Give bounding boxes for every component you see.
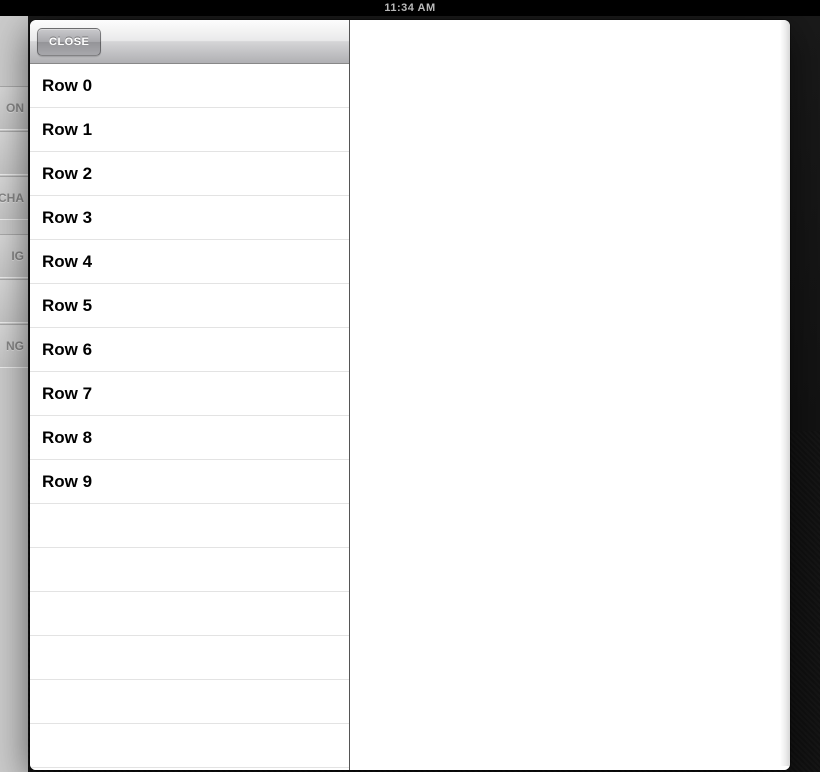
status-bar: 11:34 AM <box>0 0 820 16</box>
table-row[interactable]: Row 3 <box>30 196 349 240</box>
background-row: ON <box>0 86 28 130</box>
table-row-empty <box>30 636 349 680</box>
master-pane: CLOSE Row 0Row 1Row 2Row 3Row 4Row 5Row … <box>30 20 350 770</box>
background-row: IG <box>0 234 28 278</box>
table-view[interactable]: Row 0 Row 1 Row 2 Row 3 Row 4 Row 5 Row 6 Row 7… <box>30 64 349 770</box>
row-label: Row 2 <box>42 164 92 184</box>
row-label: Row 9 <box>42 472 92 492</box>
table-row[interactable]: Row 5 <box>30 284 349 328</box>
table-row[interactable]: Row 9 <box>30 460 349 504</box>
status-time: 11:34 AM <box>384 2 435 14</box>
table-row[interactable]: Row 6 <box>30 328 349 372</box>
table-row[interactable]: Row 1 <box>30 108 349 152</box>
row-label: Row 8 <box>42 428 92 448</box>
background-row: NG <box>0 324 28 368</box>
modal-sheet: CLOSE Row 0Row 1Row 2Row 3Row 4Row 5Row … <box>30 20 790 770</box>
table-row[interactable]: Row 8 <box>30 416 349 460</box>
background-row <box>0 279 28 323</box>
close-button[interactable]: CLOSE <box>37 28 101 56</box>
table-row-empty <box>30 592 349 636</box>
background-row: CHA <box>0 176 28 220</box>
row-label: Row 6 <box>42 340 92 360</box>
table-row-empty <box>30 504 349 548</box>
row-label: Row 7 <box>42 384 92 404</box>
row-label: Row 4 <box>42 252 92 272</box>
background-left-panel: ON CHA IG NG <box>0 16 28 772</box>
table-row-empty <box>30 724 349 768</box>
table-row-empty <box>30 680 349 724</box>
row-label: Row 0 <box>42 76 92 96</box>
table-row[interactable]: Row 2 <box>30 152 349 196</box>
table-row[interactable]: Row 0 <box>30 64 349 108</box>
detail-pane <box>350 20 790 770</box>
table-row[interactable]: Row 7 <box>30 372 349 416</box>
background-row <box>0 131 28 175</box>
row-label: Row 5 <box>42 296 92 316</box>
nav-bar: CLOSE <box>30 20 349 64</box>
table-row-empty <box>30 548 349 592</box>
table-row[interactable]: Row 4 <box>30 240 349 284</box>
row-label: Row 1 <box>42 120 92 140</box>
row-label: Row 3 <box>42 208 92 228</box>
